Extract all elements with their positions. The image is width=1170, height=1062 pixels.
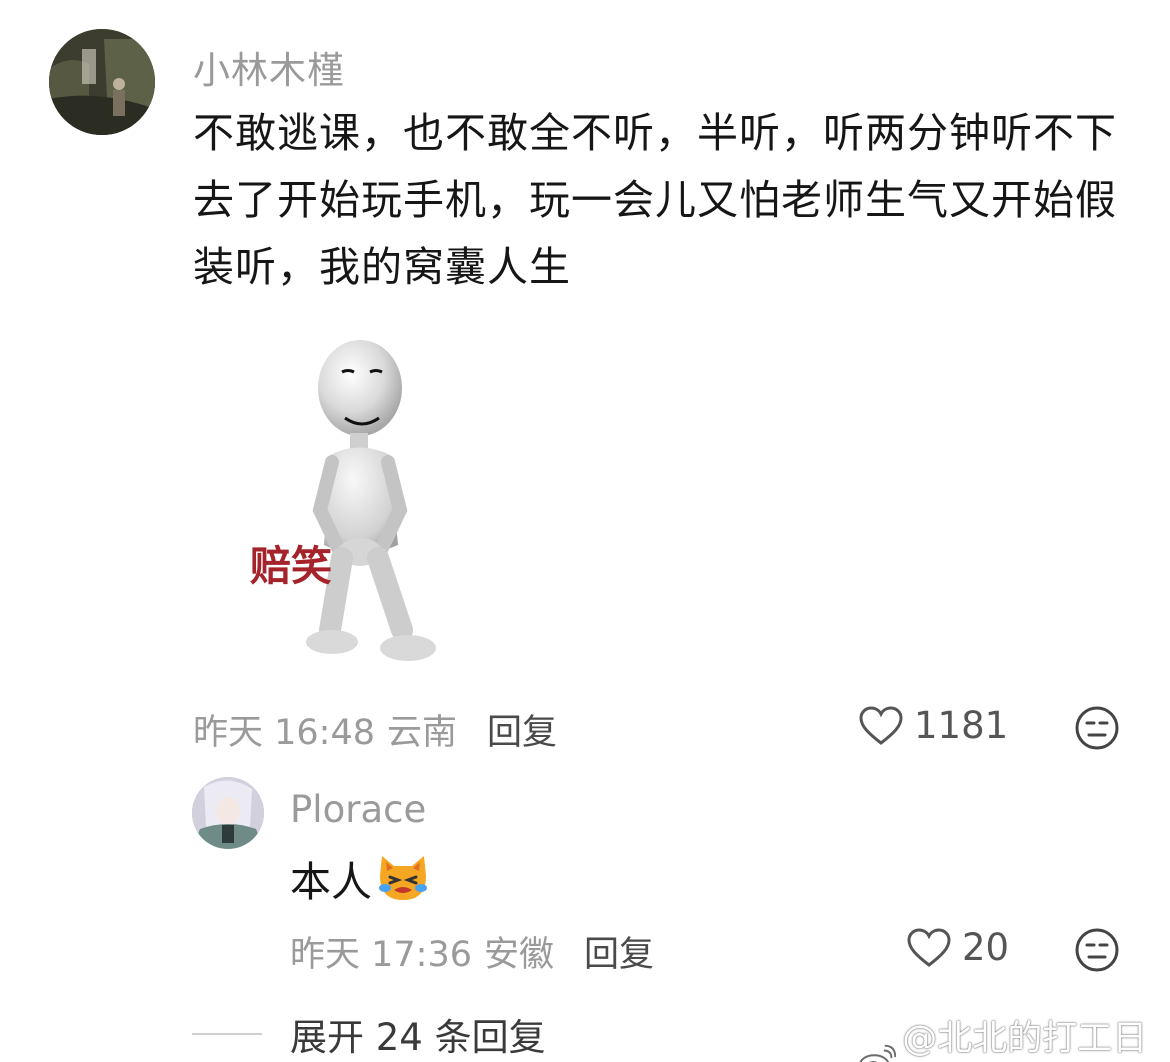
heart-outline-icon xyxy=(907,927,951,967)
neutral-face-icon[interactable] xyxy=(1074,927,1120,973)
like-button[interactable]: 1181 xyxy=(858,704,1008,747)
watermark-text: @北北的打工日常 xyxy=(902,1019,1148,1059)
like-count: 1181 xyxy=(914,704,1009,747)
comment-time: 昨天 16:48 xyxy=(193,713,375,753)
expand-replies-label: 展开 24 条回复 xyxy=(290,1016,546,1059)
reply-like-button[interactable]: 20 xyxy=(906,926,1009,969)
heart-outline-icon xyxy=(859,705,903,745)
comment-author[interactable]: 小林木槿 xyxy=(193,40,345,94)
watermark: @北北的打工日常 xyxy=(858,1010,1170,1062)
comment-location: 云南 xyxy=(387,713,458,753)
comment-meta: 昨天 16:48 云南 回复 xyxy=(193,704,557,755)
reply-reply-button[interactable]: 回复 xyxy=(584,926,654,977)
reply-text: 本人 xyxy=(290,858,372,906)
reply-author[interactable]: Plorace xyxy=(290,788,426,831)
reply-button[interactable]: 回复 xyxy=(487,704,557,755)
weibo-logo-icon xyxy=(859,1044,897,1062)
sticker-caption: 赔笑 xyxy=(250,542,332,590)
divider-line xyxy=(192,1033,262,1035)
reply-avatar[interactable] xyxy=(192,777,264,849)
reply-time: 昨天 17:36 xyxy=(290,935,472,975)
reply-meta: 昨天 17:36 安徽 回复 xyxy=(290,926,654,977)
reply-location: 安徽 xyxy=(484,935,555,975)
expand-replies-button[interactable]: 展开 24 条回复 xyxy=(192,1007,546,1061)
neutral-face-icon[interactable] xyxy=(1074,705,1120,751)
reply-like-count: 20 xyxy=(962,926,1010,969)
comment-thread: 小林木槿 不敢逃课，也不敢全不听，半听，听两分钟听不下去了开始玩手机，玩一会儿又… xyxy=(0,0,1170,1062)
reply-text-row: 本人 xyxy=(290,848,430,908)
sticker-image xyxy=(306,340,436,661)
comment-text: 不敢逃课，也不敢全不听，半听，听两分钟听不下去了开始玩手机，玩一会儿又怕老师生气… xyxy=(193,109,1117,291)
avatar[interactable] xyxy=(49,29,155,135)
crying-cat-emoji-icon xyxy=(379,856,427,900)
